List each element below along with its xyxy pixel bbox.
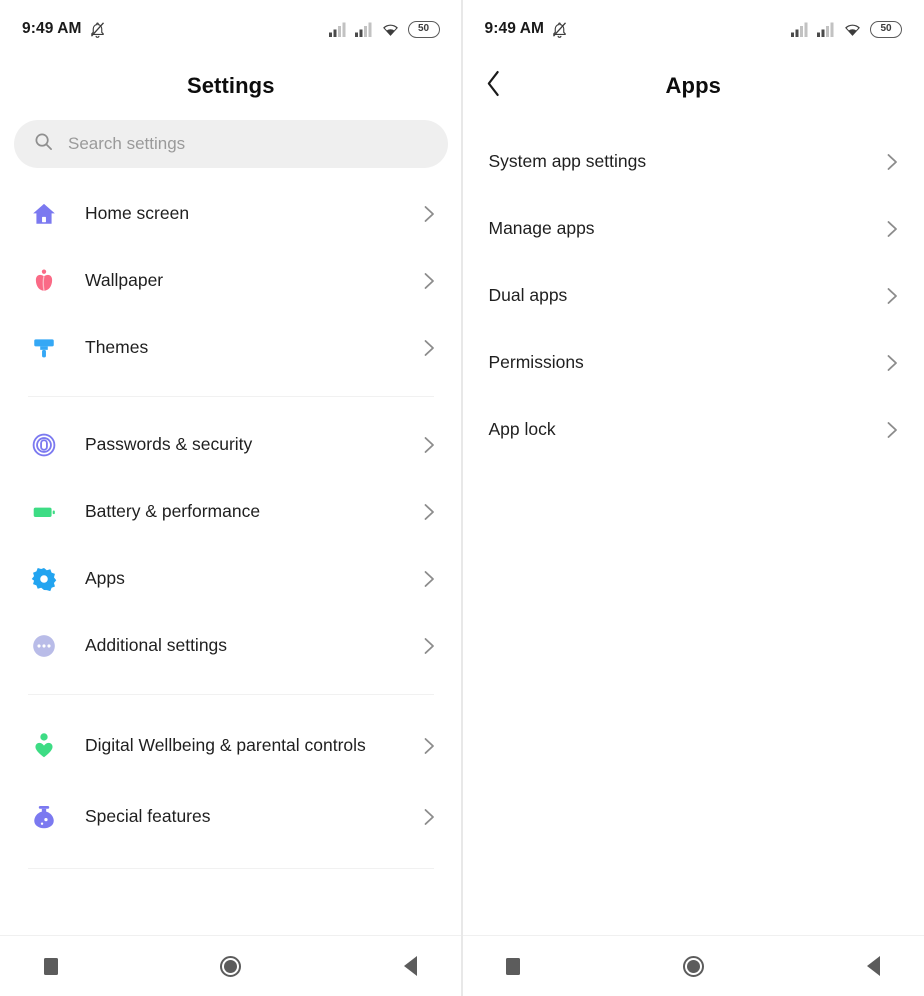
apps-item-label: System app settings [488, 150, 647, 171]
chevron-right-icon [420, 636, 440, 656]
search-input[interactable]: Search settings [14, 120, 448, 168]
bell-muted-icon [89, 21, 106, 38]
signal-bars-icon [817, 22, 835, 37]
chevron-right-icon [420, 435, 440, 455]
settings-item-special-features[interactable]: Special features [0, 783, 462, 850]
signal-bars-icon [791, 22, 809, 37]
settings-item-battery-performance[interactable]: Battery & performance [0, 478, 462, 545]
chevron-right-icon [420, 338, 440, 358]
circle-home-icon[interactable] [676, 949, 710, 983]
settings-item-label: Battery & performance [85, 500, 261, 521]
settings-item-label: Apps [85, 567, 125, 588]
settings-item-label: Additional settings [85, 634, 228, 655]
search-container: Search settings [0, 114, 462, 168]
chevron-right-icon [420, 502, 440, 522]
house-icon [26, 196, 62, 232]
apps-list: System app settings Manage apps Dual app… [463, 114, 924, 935]
chevron-right-icon [882, 286, 902, 306]
settings-item-label: Home screen [85, 202, 190, 223]
settings-item-home-screen[interactable]: Home screen [0, 180, 462, 247]
apps-item-system-app-settings[interactable]: System app settings [463, 128, 924, 195]
settings-item-wallpaper[interactable]: Wallpaper [0, 247, 462, 314]
settings-item-passwords-security[interactable]: Passwords & security [0, 411, 462, 478]
flask-icon [26, 799, 62, 835]
bell-muted-icon [551, 21, 568, 38]
search-icon [34, 132, 53, 156]
apps-item-app-lock[interactable]: App lock [463, 396, 924, 463]
more-dots-circle-icon [26, 628, 62, 664]
chevron-right-icon [882, 219, 902, 239]
paintbrush-icon [26, 330, 62, 366]
chevron-left-icon [485, 70, 502, 102]
triangle-back-icon[interactable] [394, 949, 428, 983]
search-placeholder: Search settings [68, 134, 186, 153]
settings-item-additional-settings[interactable]: Additional settings [0, 612, 462, 679]
fingerprint-icon [26, 427, 62, 463]
settings-item-apps[interactable]: Apps [0, 545, 462, 612]
apps-item-manage-apps[interactable]: Manage apps [463, 195, 924, 262]
apps-header: Apps [463, 58, 924, 114]
settings-header: Settings [0, 58, 462, 114]
status-time: 9:49 AM [484, 20, 545, 37]
chevron-right-icon [882, 420, 902, 440]
chevron-right-icon [420, 271, 440, 291]
back-button[interactable] [463, 58, 525, 114]
apps-item-label: Dual apps [488, 284, 568, 305]
settings-item-themes[interactable]: Themes [0, 314, 462, 381]
settings-item-label: Digital Wellbeing & parental controls [85, 735, 366, 756]
square-recents-icon[interactable] [34, 949, 68, 983]
apps-screen: 9:49 AM 50 Apps System app settings Mana… [461, 0, 924, 996]
settings-item-label: Wallpaper [85, 269, 164, 290]
wifi-icon [843, 22, 862, 37]
apps-item-dual-apps[interactable]: Dual apps [463, 262, 924, 329]
settings-item-label: Themes [85, 336, 149, 357]
battery-icon [26, 494, 62, 530]
battery-level: 50 [417, 23, 430, 34]
navigation-bar [0, 935, 462, 996]
status-time: 9:49 AM [22, 20, 82, 37]
gear-icon [26, 561, 62, 597]
battery-indicator: 50 [870, 20, 902, 38]
status-bar-right: 50 [791, 20, 902, 38]
page-title: Apps [665, 73, 721, 98]
chevron-right-icon [882, 353, 902, 373]
dual-screenshot-container: 9:49 AM 50 Settings Search settings Home… [0, 0, 924, 996]
status-bar-right: 50 [328, 20, 440, 38]
settings-item-label: Special features [85, 805, 211, 826]
status-bar-left: 9:49 AM [485, 20, 569, 38]
battery-level: 50 [880, 23, 892, 34]
wifi-icon [381, 22, 400, 37]
navigation-bar [462, 935, 924, 996]
tulip-flower-icon [26, 263, 62, 299]
section-divider [28, 396, 434, 397]
status-bar-left: 9:49 AM [22, 20, 106, 38]
signal-bars-icon [354, 22, 373, 37]
settings-item-digital-wellbeing[interactable]: Digital Wellbeing & parental controls [0, 709, 462, 783]
chevron-right-icon [420, 807, 440, 827]
settings-item-label: Passwords & security [85, 433, 253, 454]
apps-item-permissions[interactable]: Permissions [463, 329, 924, 396]
status-bar: 9:49 AM 50 [0, 0, 462, 58]
section-divider [28, 694, 434, 695]
chevron-right-icon [420, 204, 440, 224]
status-bar: 9:49 AM 50 [463, 0, 924, 58]
settings-screen: 9:49 AM 50 Settings Search settings Home… [0, 0, 462, 996]
apps-item-label: Manage apps [488, 217, 595, 238]
apps-item-label: App lock [488, 418, 556, 439]
apps-item-label: Permissions [488, 351, 584, 372]
chevron-right-icon [420, 736, 440, 756]
chevron-right-icon [420, 569, 440, 589]
signal-bars-icon [328, 22, 347, 37]
section-divider [28, 868, 434, 869]
person-heart-icon [26, 728, 62, 764]
square-recents-icon[interactable] [496, 949, 530, 983]
page-title: Settings [186, 73, 275, 98]
settings-list: Home screen Wallpaper Themes Passwords &… [0, 168, 462, 935]
chevron-right-icon [882, 152, 902, 172]
triangle-back-icon[interactable] [856, 949, 890, 983]
circle-home-icon[interactable] [214, 949, 248, 983]
battery-indicator: 50 [407, 20, 440, 38]
